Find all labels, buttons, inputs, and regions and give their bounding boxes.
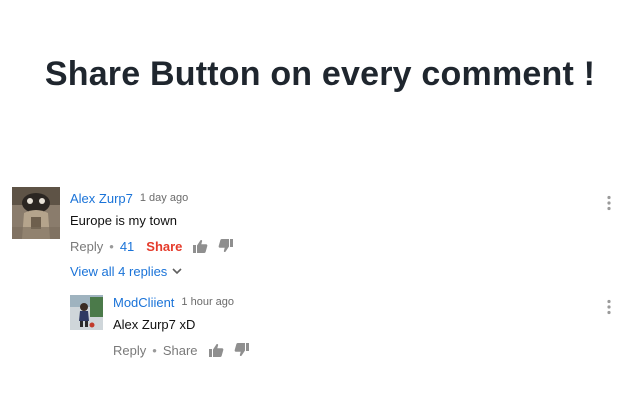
- comment: Alex Zurp7 1 day ago Europe is my town R…: [12, 187, 622, 287]
- avatar[interactable]: [12, 187, 60, 239]
- thumbs-up-icon[interactable]: [208, 342, 224, 358]
- comment-body: Alex Zurp7 1 day ago Europe is my town R…: [70, 187, 234, 282]
- comment-body: ModCliient 1 hour ago Alex Zurp7 xD Repl…: [113, 291, 250, 361]
- like-count: 41: [119, 238, 135, 254]
- view-replies-label: View all 4 replies: [70, 263, 168, 279]
- comment-text: Alex Zurp7 xD: [113, 316, 196, 332]
- share-button[interactable]: Share: [146, 239, 182, 254]
- comment-meta: Alex Zurp7 1 day ago: [70, 187, 234, 209]
- separator-dot: •: [152, 342, 157, 358]
- view-replies-link[interactable]: View all 4 replies: [70, 260, 234, 282]
- comment-text: Europe is my town: [70, 212, 177, 228]
- timestamp[interactable]: 1 day ago: [140, 192, 188, 204]
- reply-button[interactable]: Reply: [70, 239, 103, 254]
- more-vert-icon[interactable]: [606, 195, 612, 211]
- share-button[interactable]: Share: [163, 343, 198, 358]
- timestamp[interactable]: 1 hour ago: [181, 296, 234, 308]
- comment-actions: Reply • 41 Share: [70, 235, 234, 257]
- reply-button[interactable]: Reply: [113, 343, 146, 358]
- chevron-down-icon: [171, 265, 183, 277]
- comment-meta: ModCliient 1 hour ago: [113, 291, 250, 313]
- page-title: Share Button on every comment !: [44, 55, 596, 93]
- thumbs-down-icon[interactable]: [234, 342, 250, 358]
- reply-comment: ModCliient 1 hour ago Alex Zurp7 xD Repl…: [70, 291, 622, 371]
- thumbs-up-icon[interactable]: [192, 238, 208, 254]
- author-name[interactable]: Alex Zurp7: [70, 191, 133, 206]
- author-name[interactable]: ModCliient: [113, 295, 174, 310]
- comment-actions: Reply • Share: [113, 339, 250, 361]
- thumbs-down-icon[interactable]: [218, 238, 234, 254]
- separator-dot: •: [109, 238, 114, 254]
- more-vert-icon[interactable]: [606, 299, 612, 315]
- avatar[interactable]: [70, 295, 103, 330]
